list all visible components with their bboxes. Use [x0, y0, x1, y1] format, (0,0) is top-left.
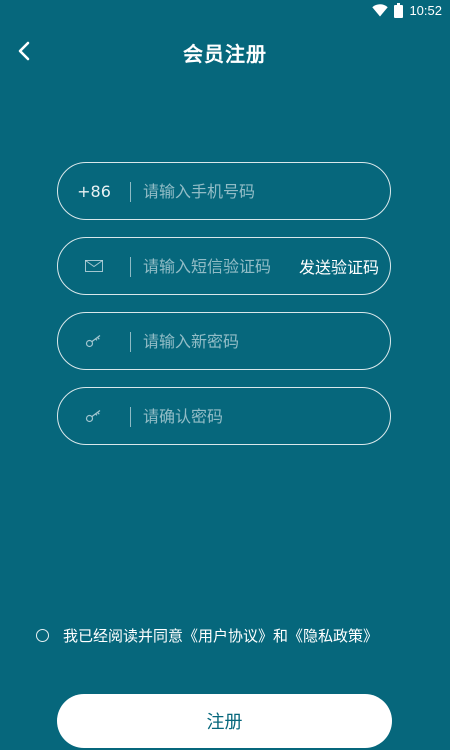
send-code-button[interactable]: 发送验证码 [299, 238, 379, 294]
confirm-password-field [57, 387, 391, 445]
agreement-checkbox[interactable] [36, 628, 49, 642]
phone-input[interactable] [143, 163, 373, 219]
divider [130, 407, 131, 427]
agreement-row: 我已经阅读并同意《用户协议》和《隐私政策》 [36, 623, 378, 647]
sms-code-input[interactable] [143, 238, 283, 294]
divider [130, 182, 131, 202]
phone-field: +86 [57, 162, 391, 220]
key-icon [58, 388, 130, 444]
register-button[interactable]: 注册 [57, 694, 392, 748]
agreement-text: 我已经阅读并同意《用户协议》和《隐私政策》 [63, 625, 378, 646]
status-time: 10:52 [409, 3, 442, 18]
new-password-field [57, 312, 391, 370]
wifi-icon [372, 4, 389, 17]
new-password-input[interactable] [143, 313, 373, 369]
status-bar: 10:52 [0, 0, 450, 24]
divider [130, 257, 131, 277]
confirm-password-input[interactable] [143, 388, 373, 444]
mail-icon [58, 238, 130, 294]
battery-icon [394, 3, 404, 18]
status-icons: 10:52 [372, 3, 442, 18]
page-title: 会员注册 [183, 42, 267, 66]
user-agreement-link[interactable]: 《用户协议》 [183, 627, 273, 645]
privacy-policy-link[interactable]: 《隐私政策》 [288, 627, 378, 645]
agreement-prefix: 我已经阅读并同意 [63, 626, 184, 645]
country-code[interactable]: +86 [58, 163, 130, 219]
key-icon [58, 313, 130, 369]
agreement-conjunction: 和 [273, 626, 289, 645]
sms-code-field: 发送验证码 [57, 237, 391, 295]
divider [130, 332, 131, 352]
nav-bar: 会员注册 [0, 24, 450, 82]
